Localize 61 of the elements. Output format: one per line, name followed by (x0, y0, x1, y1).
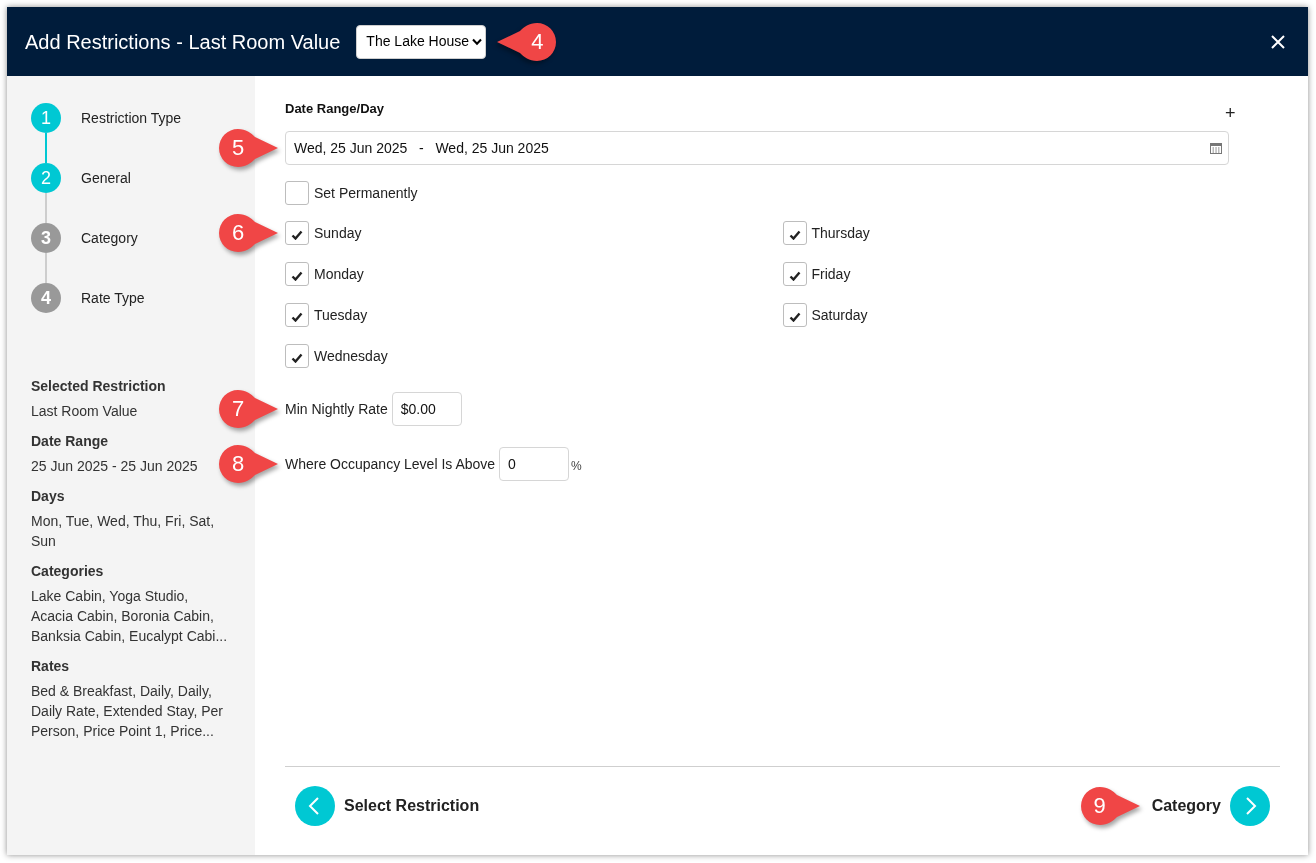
checkbox-label[interactable]: Set Permanently (314, 182, 418, 204)
text-input[interactable]: $0.00 (391, 392, 462, 426)
check-icon (788, 311, 801, 322)
checkbox[interactable] (285, 221, 309, 245)
annotation-callout: 4 (497, 21, 558, 62)
unit-label: % (571, 458, 582, 475)
summary-heading: Categories (31, 562, 105, 581)
annotation-callout: 8 (218, 444, 278, 484)
step-label[interactable]: Rate Type (81, 287, 145, 309)
annotation-callout: 5 (218, 128, 278, 168)
checkbox[interactable] (285, 262, 309, 286)
checkbox[interactable] (782, 303, 807, 327)
property-select[interactable]: The Lake House (356, 24, 487, 59)
chevron-down-icon (472, 37, 483, 46)
close-button[interactable] (1270, 33, 1286, 50)
summary-value: Bed & Breakfast, Daily, Daily, Daily Rate, Extended Stay, Per Person, Price Point 1, Price... (31, 682, 224, 741)
checkbox-label[interactable]: Wednesday (314, 345, 388, 367)
checkbox-label[interactable]: Thursday (811, 222, 870, 244)
check-icon (291, 311, 303, 322)
step-label[interactable]: General (81, 167, 131, 189)
checkbox[interactable] (285, 181, 309, 205)
annotation-callout: 9 (1079, 786, 1140, 826)
chevron-right-icon (1230, 786, 1270, 826)
check-icon (291, 352, 303, 363)
back-button[interactable]: Select Restriction (295, 786, 480, 826)
summary-value: Last Room Value (31, 402, 139, 421)
checkbox[interactable] (782, 221, 807, 245)
summary-value: 25 Jun 2025 - 25 Jun 2025 (31, 457, 199, 476)
check-icon (788, 270, 801, 281)
check-icon (788, 229, 801, 240)
checkbox-label[interactable]: Tuesday (314, 304, 368, 326)
section-heading: Date Range/Day (285, 101, 385, 117)
summary-heading: Selected Restriction (31, 377, 167, 396)
summary-value: Mon, Tue, Wed, Thu, Fri, Sat, Sun (31, 512, 216, 551)
close-icon (1271, 34, 1285, 49)
checkbox-label[interactable]: Saturday (811, 304, 868, 326)
checkbox[interactable] (285, 344, 309, 368)
dialog-title: Add Restrictions - Last Room Value (25, 29, 341, 55)
add-button[interactable]: + (1225, 105, 1236, 121)
check-icon (291, 270, 303, 281)
checkbox[interactable] (285, 303, 309, 327)
text-input[interactable]: 0 (499, 447, 570, 481)
chevron-left-icon (295, 786, 335, 826)
summary-heading: Days (31, 487, 66, 506)
checkbox-label[interactable]: Monday (314, 263, 364, 285)
summary-heading: Rates (31, 657, 71, 676)
checkbox[interactable] (782, 262, 807, 286)
check-icon (291, 229, 303, 240)
annotation-callout: 6 (218, 213, 278, 253)
step-label[interactable]: Category (81, 227, 138, 249)
date-range-field[interactable]: Wed, 25 Jun 2025 - Wed, 25 Jun 2025 (285, 131, 1229, 165)
next-button[interactable]: Category (1151, 786, 1270, 826)
summary-heading: Date Range (31, 432, 110, 451)
summary-value: Lake Cabin, Yoga Studio, Acacia Cabin, Boronia Cabin, Banksia Cabin, Eucalypt Cabi... (31, 587, 229, 646)
field-label: Where Occupancy Level Is Above (285, 454, 496, 474)
calendar-icon[interactable] (1210, 142, 1222, 154)
checkbox-label[interactable]: Sunday (314, 222, 362, 244)
annotation-callout: 7 (218, 389, 278, 429)
field-label: Min Nightly Rate (285, 399, 388, 419)
step-label[interactable]: Restriction Type (81, 107, 182, 129)
checkbox-label[interactable]: Friday (811, 263, 851, 285)
